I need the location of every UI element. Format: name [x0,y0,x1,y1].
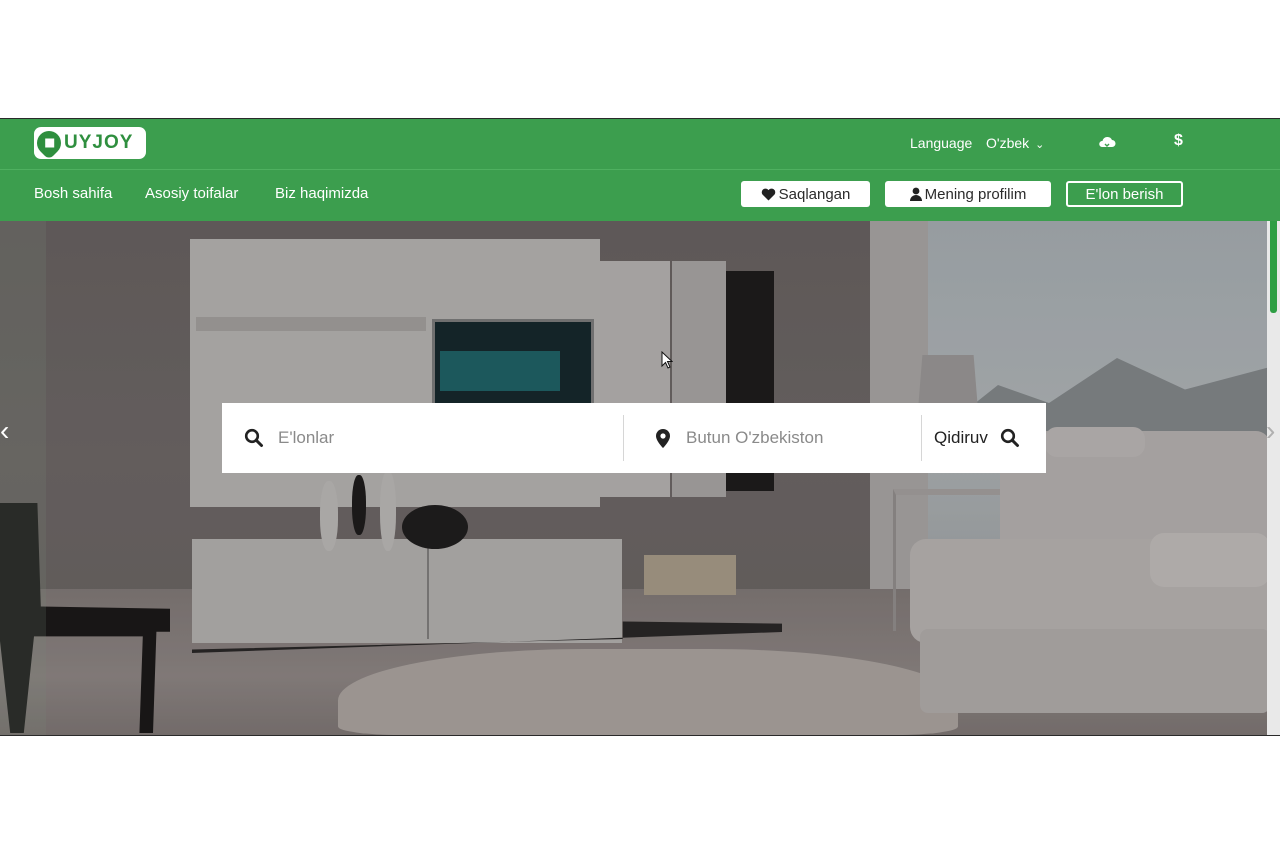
chevron-down-icon: ⌄ [1035,139,1045,151]
language-label: Language [910,135,973,151]
heart-icon [761,188,775,201]
search-input[interactable] [276,427,580,449]
profile-button-label: Mening profilim [924,185,1027,203]
user-icon [909,187,922,201]
home-pin-icon [32,126,66,160]
map-pin-icon [656,428,670,448]
location-field[interactable] [624,403,920,473]
search-submit-label: Qidiruv [934,428,988,447]
logo-text: UYJOY [64,132,134,153]
header-divider [0,169,1280,170]
site-header: UYJOY Language O'zbek ⌄ $ Bosh sahifa Aso… [0,119,1280,221]
language-value: O'zbek [986,135,1030,151]
nav-about[interactable]: Biz haqimizda [275,185,368,202]
logo[interactable]: UYJOY [32,126,146,160]
app-window: ‹ › UYJOY Language O'zbek ⌄ $ Bosh sahifa… [0,118,1280,736]
search-bar: Qidiruv [222,403,1046,473]
query-field[interactable] [222,403,622,473]
currency-icon[interactable]: $ [1174,132,1183,150]
carousel-next-icon[interactable]: › [1266,415,1275,447]
profile-button[interactable]: Mening profilim [885,181,1051,207]
post-ad-button-label: E'lon berish [1085,185,1164,203]
cloud-icon[interactable] [1098,135,1116,149]
language-select[interactable]: O'zbek ⌄ [986,135,1044,151]
carousel-prev-icon[interactable]: ‹ [0,415,9,447]
mouse-cursor-icon [661,351,673,369]
saved-button[interactable]: Saqlangan [741,181,870,207]
search-icon [244,428,263,447]
post-ad-button[interactable]: E'lon berish [1066,181,1183,207]
search-submit-button[interactable]: Qidiruv [922,403,1046,473]
nav-home[interactable]: Bosh sahifa [34,185,112,202]
location-input[interactable] [684,427,908,449]
nav-categories[interactable]: Asosiy toifalar [145,185,238,202]
search-icon [1000,428,1019,447]
saved-button-label: Saqlangan [778,185,851,203]
